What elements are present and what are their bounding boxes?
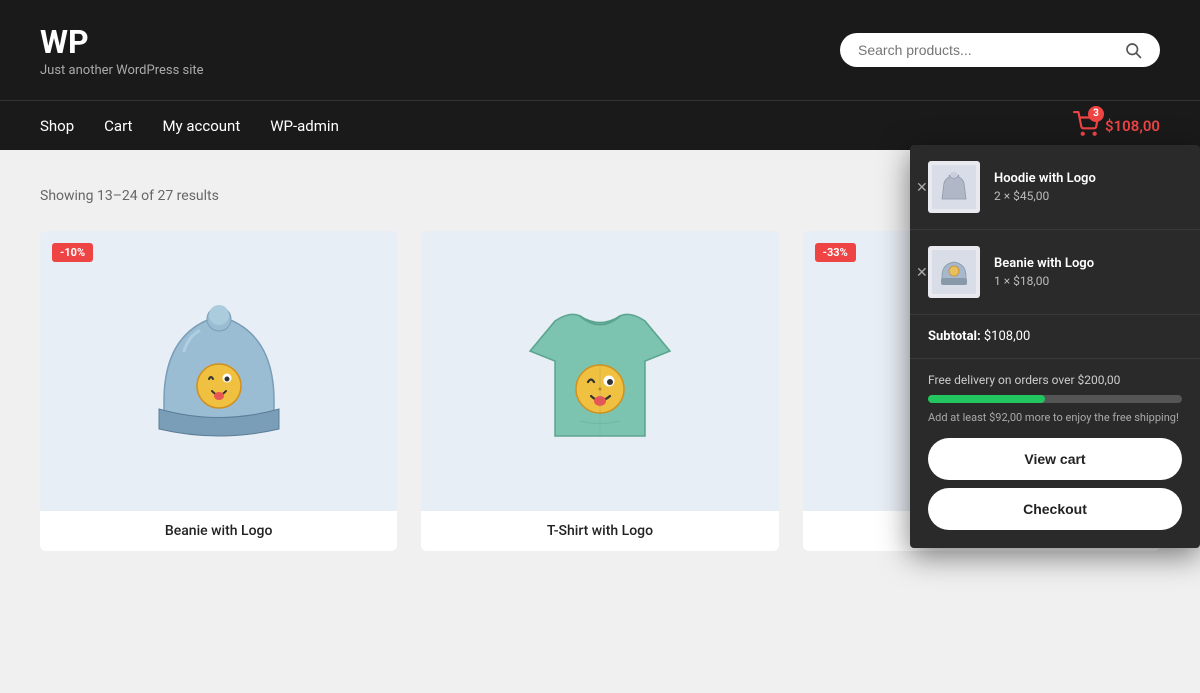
delivery-text: Free delivery on orders over $200,00: [928, 373, 1182, 387]
cart-item-name-2: Beanie with Logo: [994, 256, 1182, 271]
product-badge-1: -10%: [52, 243, 93, 262]
product-badge-3: -33%: [815, 243, 856, 262]
beanie-thumbnail: [932, 250, 976, 294]
nav-cart[interactable]: Cart: [104, 117, 132, 135]
cart-area[interactable]: 3 $108,00: [1073, 111, 1160, 141]
tshirt-illustration: [510, 261, 690, 481]
cart-subtotal: Subtotal: $108,00: [910, 315, 1200, 359]
delivery-hint: Add at least $92,00 more to enjoy the fr…: [928, 411, 1182, 424]
cart-item-2: ✕ Beanie with Logo 1 × $18,00: [910, 230, 1200, 315]
subtotal-value: $108,00: [984, 329, 1030, 344]
checkout-button[interactable]: Checkout: [928, 488, 1182, 530]
product-name-1: Beanie with Logo: [40, 511, 397, 551]
product-card-1[interactable]: -10%: [40, 231, 397, 551]
results-count: Showing 13–24 of 27 results: [40, 188, 219, 204]
product-image-2: [421, 231, 778, 511]
cart-item-img-2: [928, 246, 980, 298]
cart-dropdown: ✕ Hoodie with Logo 2 × $45,00 ✕: [910, 145, 1200, 548]
logo-title: WP: [40, 23, 204, 61]
view-cart-button[interactable]: View cart: [928, 438, 1182, 480]
logo-subtitle: Just another WordPress site: [40, 63, 204, 78]
search-button[interactable]: [1124, 41, 1142, 59]
cart-buttons: View cart Checkout: [910, 438, 1200, 548]
product-name-2: T-Shirt with Logo: [421, 511, 778, 551]
header: WP Just another WordPress site: [0, 0, 1200, 100]
search-bar[interactable]: [840, 33, 1160, 67]
cart-item-img-1: [928, 161, 980, 213]
beanie-illustration: [129, 261, 309, 481]
nav-wp-admin[interactable]: WP-admin: [270, 117, 339, 135]
nav-links: Shop Cart My account WP-admin: [40, 117, 339, 135]
logo-area: WP Just another WordPress site: [40, 23, 204, 78]
hoodie-thumbnail: [932, 165, 976, 209]
cart-item-info-1: Hoodie with Logo 2 × $45,00: [994, 171, 1182, 203]
product-image-1: [40, 231, 397, 511]
nav-shop[interactable]: Shop: [40, 117, 74, 135]
cart-delivery: Free delivery on orders over $200,00 Add…: [910, 359, 1200, 424]
cart-badge: 3: [1088, 106, 1104, 122]
cart-item-close-1[interactable]: ✕: [916, 180, 928, 194]
subtotal-label: Subtotal:: [928, 329, 981, 344]
cart-total: $108,00: [1105, 117, 1160, 135]
search-input[interactable]: [858, 42, 1124, 58]
cart-item-name-1: Hoodie with Logo: [994, 171, 1182, 186]
nav-bar: Shop Cart My account WP-admin 3 $108,00: [0, 100, 1200, 150]
cart-icon-wrap: 3: [1073, 111, 1099, 141]
cart-item-close-2[interactable]: ✕: [916, 265, 928, 279]
cart-item-info-2: Beanie with Logo 1 × $18,00: [994, 256, 1182, 288]
search-icon: [1124, 41, 1142, 59]
progress-bar-fill: [928, 395, 1045, 403]
progress-bar-bg: [928, 395, 1182, 403]
product-card-2[interactable]: T-Shirt with Logo: [421, 231, 778, 551]
cart-item-1: ✕ Hoodie with Logo 2 × $45,00: [910, 145, 1200, 230]
cart-item-price-1: 2 × $45,00: [994, 189, 1182, 203]
nav-my-account[interactable]: My account: [162, 117, 240, 135]
cart-item-price-2: 1 × $18,00: [994, 274, 1182, 288]
